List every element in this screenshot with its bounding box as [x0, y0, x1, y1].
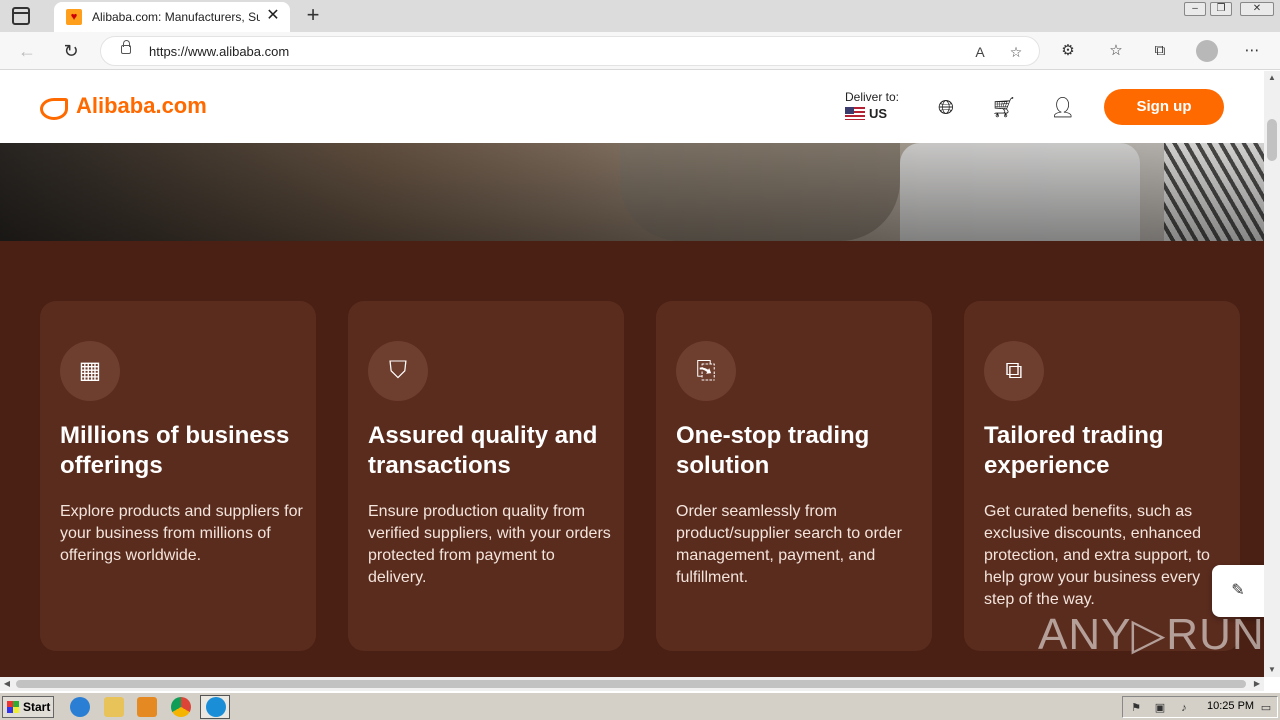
shield-check-icon: ⛉	[368, 341, 428, 401]
scroll-up-icon[interactable]: ▲	[1264, 71, 1280, 85]
deliver-country: US	[869, 106, 888, 121]
feature-card: ⛉ Assured quality and transactions Ensur…	[348, 301, 624, 651]
back-icon[interactable]: ←	[16, 40, 38, 62]
feature-description: Ensure production quality from verified …	[368, 503, 611, 586]
show-desktop-icon[interactable]: ▭	[1259, 701, 1273, 715]
feature-card: ⧉ Tailored trading experience Get curate…	[964, 301, 1240, 651]
flag-icon[interactable]: ⚑	[1129, 701, 1143, 715]
horizontal-scrollbar[interactable]: ◀ ▶	[0, 677, 1264, 691]
sign-up-button[interactable]: Sign up	[1104, 89, 1224, 125]
globe-icon[interactable]: 🌐︎	[934, 96, 958, 120]
vertical-scrollbar[interactable]: ▲ ▼	[1264, 71, 1280, 677]
anyrun-watermark: ANY▷RUN	[1038, 610, 1264, 659]
us-flag-icon	[845, 107, 865, 120]
tab-actions-icon[interactable]	[12, 7, 30, 25]
more-menu-icon[interactable]: ⋯	[1242, 41, 1262, 61]
cart-icon[interactable]: 🛒︎	[991, 96, 1016, 120]
layers-icon: ⧉	[984, 341, 1044, 401]
windows-logo-icon	[7, 701, 19, 713]
new-tab-button[interactable]: +	[302, 4, 324, 26]
feature-title: One-stop trading solution	[676, 422, 870, 479]
browser-tab[interactable]: ♥ Alibaba.com: Manufacturers, Suppliers,…	[54, 2, 290, 32]
url-box[interactable]: https://www.alibaba.com A ☆	[100, 36, 1040, 66]
horizontal-scroll-thumb[interactable]	[16, 680, 1246, 688]
minimize-button[interactable]: –	[1184, 2, 1206, 16]
vertical-scroll-thumb[interactable]	[1267, 119, 1277, 161]
media-player-icon[interactable]	[137, 697, 157, 717]
site-header: Alibaba.com Deliver to: US 🌐︎ 🛒︎ 👤︎ Sign…	[0, 71, 1264, 143]
restore-button[interactable]: ❐	[1210, 2, 1232, 16]
tab-title: Alibaba.com: Manufacturers, Suppliers, E…	[92, 10, 260, 24]
scroll-right-icon[interactable]: ▶	[1250, 677, 1264, 691]
edge-icon	[206, 697, 226, 717]
system-tray: ⚑ ▣ ♪ 10:25 PM ▭	[1122, 696, 1278, 718]
order-icon: ⎘	[676, 341, 736, 401]
feature-card: ⎘ One-stop trading solution Order seamle…	[656, 301, 932, 651]
browser-tabstrip: ♥ Alibaba.com: Manufacturers, Suppliers,…	[0, 0, 1280, 32]
clock: 10:25 PM	[1207, 700, 1255, 712]
scroll-left-icon[interactable]: ◀	[0, 677, 14, 691]
chrome-icon[interactable]	[171, 697, 191, 717]
favorites-icon[interactable]: ☆	[1106, 41, 1126, 61]
grid-icon: ▦	[60, 341, 120, 401]
taskbar: Start ⚑ ▣ ♪ 10:25 PM ▭	[0, 692, 1280, 720]
alibaba-logo[interactable]: Alibaba.com	[38, 93, 207, 120]
feature-card: ▦ Millions of business offerings Explore…	[40, 301, 316, 651]
scroll-down-icon[interactable]: ▼	[1264, 663, 1280, 677]
hero-image	[0, 143, 1264, 241]
address-bar-row: ← ↻ https://www.alibaba.com A ☆ ⚙ ☆ ⧉ ⋯	[0, 32, 1280, 70]
start-label: Start	[23, 700, 51, 714]
url-input[interactable]: https://www.alibaba.com	[149, 44, 289, 59]
feature-title: Assured quality and transactions	[368, 422, 598, 479]
folder-icon[interactable]	[104, 697, 124, 717]
refresh-icon[interactable]: ↻	[60, 40, 82, 62]
alibaba-logo-icon	[38, 94, 72, 120]
extensions-icon[interactable]: ⚙	[1058, 41, 1078, 61]
network-icon[interactable]: ▣	[1153, 701, 1167, 715]
logo-text: Alibaba.com	[76, 93, 207, 118]
deliver-to-selector[interactable]: Deliver to: US	[845, 90, 899, 121]
feature-title: Tailored trading experience	[984, 422, 1164, 479]
feature-description: Order seamlessly from product/supplier s…	[676, 503, 902, 586]
feature-description: Explore products and suppliers for your …	[60, 503, 303, 564]
feedback-icon: ✎	[1231, 582, 1245, 599]
feature-title: Millions of business offerings	[60, 422, 290, 479]
alibaba-favicon-icon: ♥	[66, 9, 82, 25]
start-button[interactable]: Start	[2, 696, 54, 718]
feature-description: Get curated benefits, such as exclusive …	[984, 503, 1210, 608]
close-window-button[interactable]: ✕	[1240, 2, 1274, 16]
page-viewport: Alibaba.com Deliver to: US 🌐︎ 🛒︎ 👤︎ Sign…	[0, 71, 1264, 677]
edge-taskbar-button[interactable]	[200, 695, 230, 719]
add-favorite-icon[interactable]: ☆	[1007, 43, 1025, 61]
lock-icon[interactable]	[121, 40, 131, 54]
deliver-label: Deliver to:	[845, 90, 900, 104]
collections-icon[interactable]: ⧉	[1150, 41, 1170, 61]
volume-icon[interactable]: ♪	[1177, 701, 1191, 715]
ie-icon[interactable]	[70, 697, 90, 717]
close-tab-icon[interactable]: ✕	[264, 7, 282, 25]
user-icon[interactable]: 👤︎	[1050, 96, 1075, 120]
read-aloud-icon[interactable]: A	[971, 43, 989, 61]
profile-avatar[interactable]	[1196, 40, 1218, 62]
